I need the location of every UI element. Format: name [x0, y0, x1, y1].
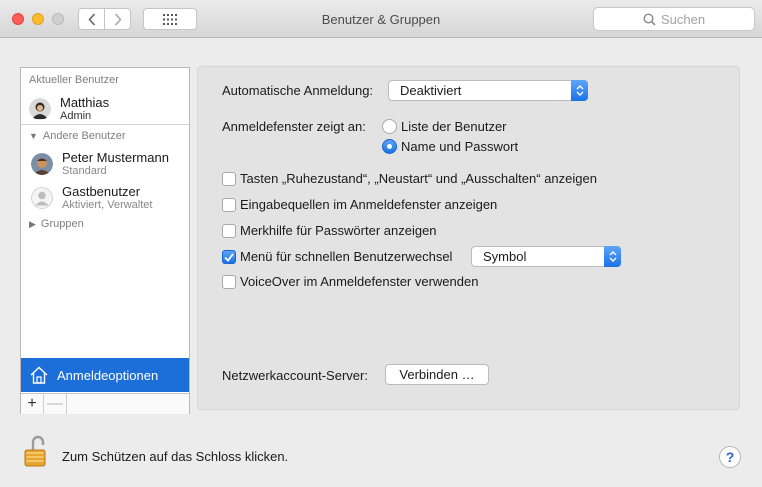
fast-switch-popup[interactable]: Symbol: [471, 246, 621, 267]
auto-login-label: Automatische Anmeldung:: [222, 83, 374, 98]
triangle-right-icon: ▶: [29, 218, 36, 229]
user-role: Standard: [62, 165, 107, 177]
user-name: Matthias: [60, 95, 110, 110]
triangle-down-icon: ▼: [29, 131, 38, 141]
login-options-label: Anmeldeoptionen: [57, 367, 159, 383]
other-users-header[interactable]: ▼ Andere Benutzer: [29, 130, 125, 142]
user-name: Gastbenutzer: [62, 184, 141, 199]
popup-arrows-icon: [604, 246, 621, 267]
popup-arrows-icon: [571, 80, 588, 101]
checkbox-power-buttons[interactable]: [222, 172, 236, 186]
user-role: Aktiviert, Verwaltet: [62, 199, 153, 211]
unlocked-padlock-icon: [24, 435, 46, 467]
login-options-item[interactable]: Anmeldeoptionen: [21, 358, 189, 392]
user-item-peter[interactable]: Peter Mustermann Standard: [31, 150, 169, 178]
network-server-label: Netzwerkaccount-Server:: [222, 368, 368, 383]
user-name: Peter Mustermann: [62, 150, 169, 165]
auto-login-popup[interactable]: Deaktiviert: [388, 80, 588, 101]
user-item-matthias[interactable]: Matthias Admin: [29, 95, 109, 123]
search-field[interactable]: Suchen: [593, 7, 755, 31]
other-users-label: Andere Benutzer: [42, 130, 126, 142]
avatar: [29, 98, 51, 120]
checkbox-input-sources-label[interactable]: Eingabequellen im Anmeldefenster anzeige…: [240, 197, 497, 212]
user-item-guest[interactable]: Gastbenutzer Aktiviert, Verwaltet: [31, 184, 152, 212]
radio-name-password-label[interactable]: Name und Passwort: [401, 139, 518, 154]
groups-header[interactable]: ▶ Gruppen: [29, 218, 84, 230]
checkbox-voiceover[interactable]: [222, 275, 236, 289]
checkbox-fast-user-switching[interactable]: [222, 250, 236, 264]
auto-login-value: Deaktiviert: [400, 83, 462, 98]
title-bar: Benutzer & Gruppen Suchen: [0, 0, 762, 38]
connect-button[interactable]: Verbinden …: [385, 364, 489, 385]
house-icon: [30, 366, 48, 384]
sidebar-toolbar: + —: [21, 393, 189, 414]
lock-hint-text: Zum Schützen auf das Schloss klicken.: [62, 449, 289, 464]
checkbox-power-buttons-label[interactable]: Tasten „Ruhezustand“, „Neustart“ und „Au…: [240, 171, 597, 186]
current-user-header: Aktueller Benutzer: [29, 74, 119, 86]
checkbox-voiceover-label[interactable]: VoiceOver im Anmeldefenster verwenden: [240, 274, 478, 289]
checkmark-icon: [224, 252, 234, 262]
groups-label: Gruppen: [40, 218, 84, 230]
lock-button[interactable]: [24, 435, 46, 470]
checkbox-password-hints-label[interactable]: Merkhilfe für Passwörter anzeigen: [240, 223, 437, 238]
login-window-label: Anmeldefenster zeigt an:: [222, 119, 366, 134]
add-user-button[interactable]: +: [21, 394, 44, 414]
search-icon: [643, 12, 656, 26]
checkbox-input-sources[interactable]: [222, 198, 236, 212]
login-options-pane: Automatische Anmeldung: Deaktiviert Anme…: [197, 66, 740, 410]
search-placeholder: Suchen: [660, 11, 706, 27]
divider: [21, 124, 189, 125]
fast-switch-value: Symbol: [483, 249, 527, 264]
avatar: [31, 153, 53, 175]
guest-avatar-icon: [31, 187, 53, 209]
checkbox-fast-user-switching-label[interactable]: Menü für schnellen Benutzerwechsel: [240, 249, 452, 264]
radio-user-list[interactable]: [382, 119, 397, 134]
help-button[interactable]: ?: [719, 446, 741, 468]
user-sidebar: Aktueller Benutzer Matthias Admin ▼ Ande…: [20, 67, 190, 414]
checkbox-password-hints[interactable]: [222, 224, 236, 238]
radio-name-password[interactable]: [382, 139, 397, 154]
remove-user-button[interactable]: —: [44, 394, 67, 414]
radio-user-list-label[interactable]: Liste der Benutzer: [401, 119, 507, 134]
user-role: Admin: [60, 110, 92, 122]
